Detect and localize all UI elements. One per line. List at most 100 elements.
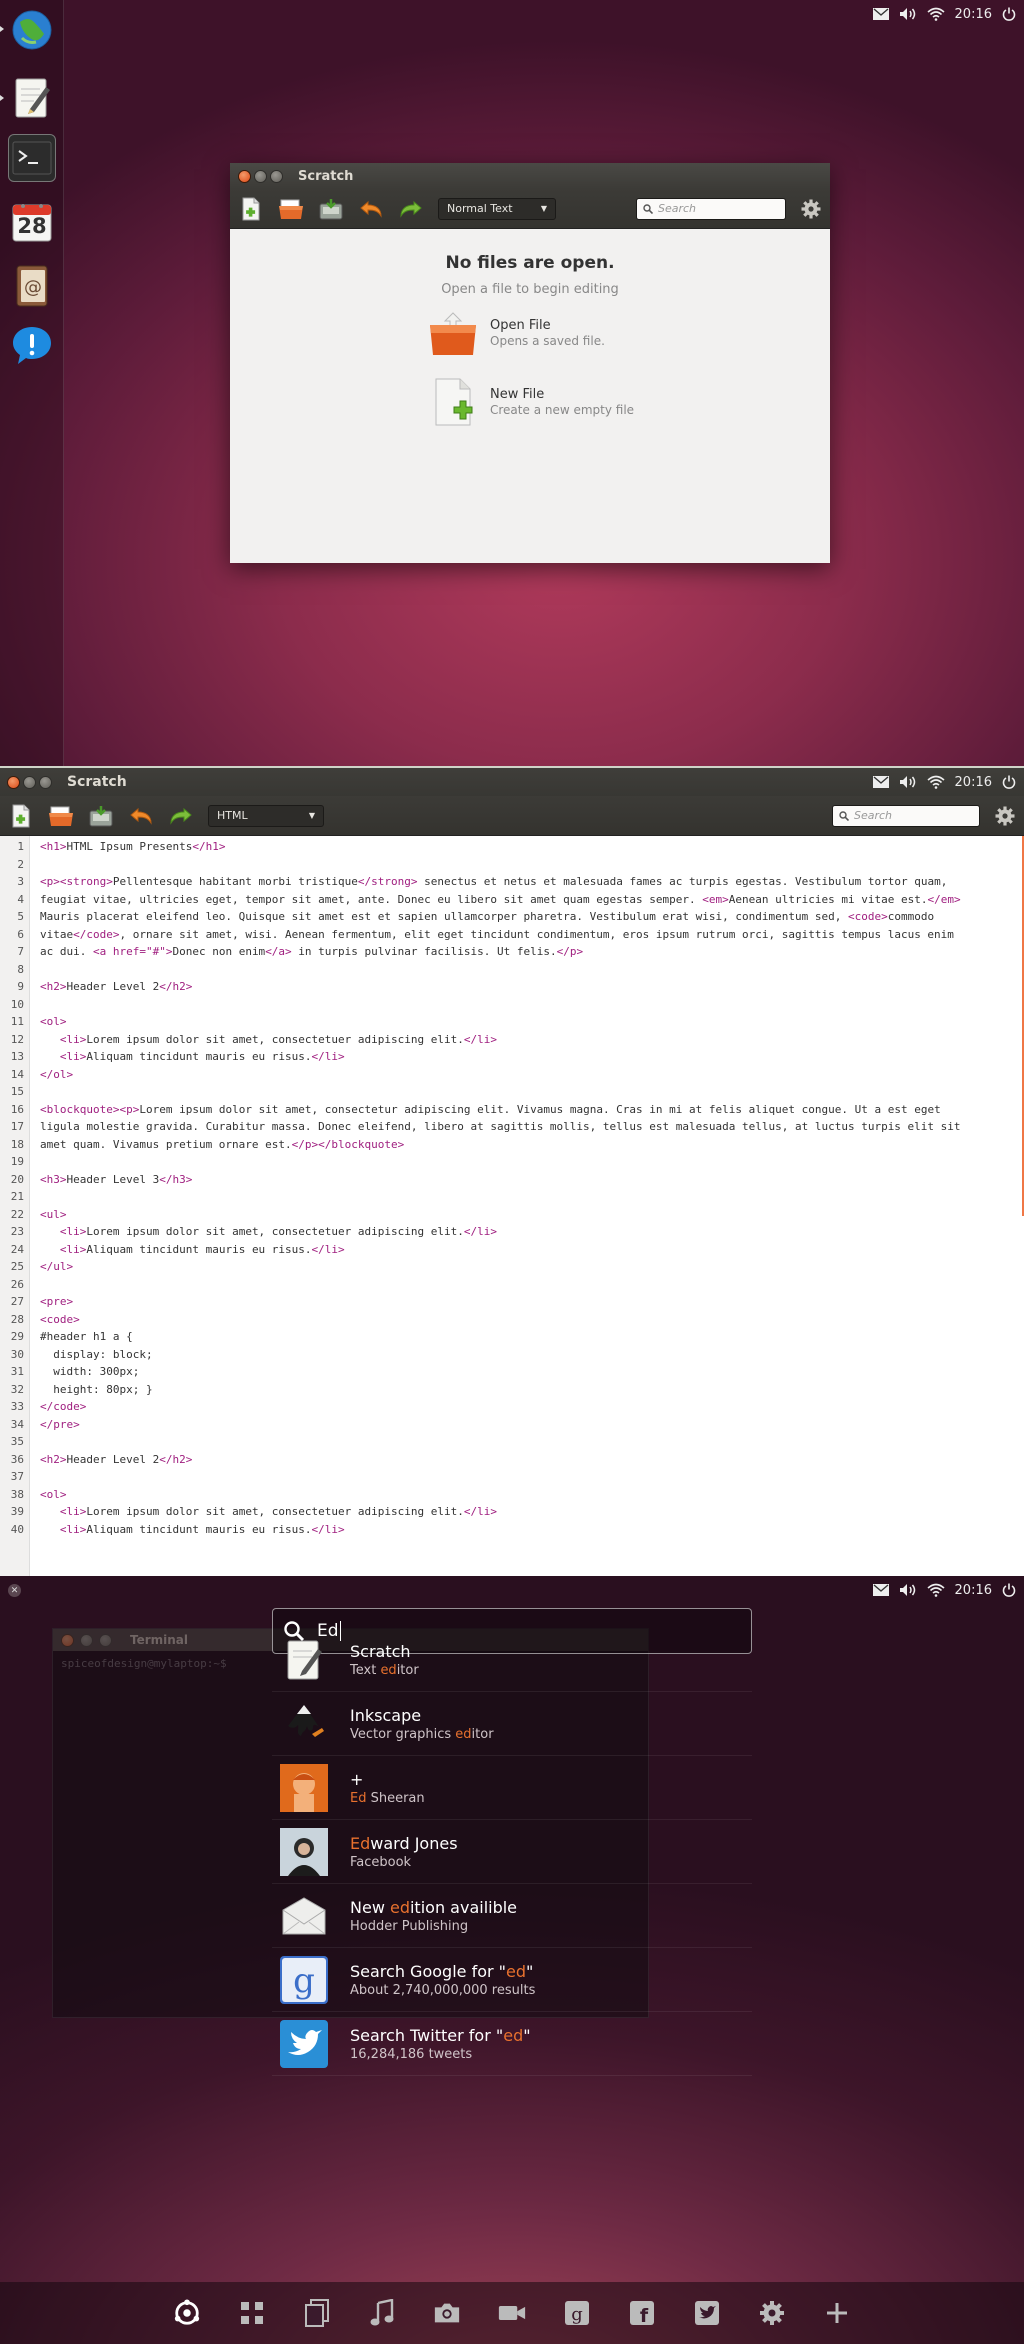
code-line[interactable]: 22 <ul> bbox=[0, 1206, 1024, 1224]
code-line[interactable]: 11 <ol> bbox=[0, 1013, 1024, 1031]
music-lens-icon[interactable] bbox=[368, 2299, 396, 2327]
clock[interactable]: 20:16 bbox=[955, 1583, 992, 1598]
wifi-icon[interactable] bbox=[927, 7, 945, 21]
code-line[interactable]: 27 <pre> bbox=[0, 1293, 1024, 1311]
code-line[interactable]: 3 <p><strong>Pellentesque habitant morbi … bbox=[0, 873, 1024, 891]
code-line[interactable]: 18 amet quam. Vivamus pretium ornare est.… bbox=[0, 1136, 1024, 1154]
syntax-select[interactable]: HTML ▼ bbox=[208, 804, 324, 827]
twitter-lens-icon[interactable] bbox=[693, 2299, 721, 2327]
dash-result-item[interactable]: g Search Google for "ed" About 2,740,000,0… bbox=[272, 1948, 752, 2012]
code-line[interactable]: 17 ligula molestie gravida. Curabitur mas… bbox=[0, 1118, 1024, 1136]
code-line[interactable]: 12 <li>Lorem ipsum dolor sit amet, conse… bbox=[0, 1031, 1024, 1049]
text-editor-icon[interactable] bbox=[8, 74, 56, 122]
code-line[interactable]: 13 <li>Aliquam tincidunt mauris eu risus… bbox=[0, 1048, 1024, 1066]
redo-icon[interactable] bbox=[168, 803, 194, 829]
volume-icon[interactable] bbox=[899, 7, 917, 21]
code-line[interactable]: 29 #header h1 a { bbox=[0, 1328, 1024, 1346]
terminal-icon[interactable] bbox=[8, 134, 56, 182]
code-line[interactable]: 37 bbox=[0, 1468, 1024, 1486]
code-editor[interactable]: 1 <h1>HTML Ipsum Presents</h1> 2 3 <p><stron… bbox=[0, 836, 1024, 1576]
wifi-icon[interactable] bbox=[927, 775, 945, 789]
redo-icon[interactable] bbox=[398, 196, 424, 222]
google-lens-icon[interactable]: g bbox=[563, 2299, 591, 2327]
code-line[interactable]: 19 bbox=[0, 1153, 1024, 1171]
power-icon[interactable] bbox=[1002, 775, 1016, 789]
calendar-icon[interactable]: 28 bbox=[8, 198, 56, 246]
code-line[interactable]: 10 bbox=[0, 996, 1024, 1014]
dash-result-item[interactable]: + Ed Sheeran bbox=[272, 1756, 752, 1820]
maximize-button[interactable] bbox=[39, 775, 52, 789]
maximize-button[interactable] bbox=[270, 169, 283, 183]
code-line[interactable]: 9 <h2>Header Level 2</h2> bbox=[0, 978, 1024, 996]
undo-icon[interactable] bbox=[358, 196, 384, 222]
dash-result-item[interactable]: Edward Jones Facebook bbox=[272, 1820, 752, 1884]
files-lens-icon[interactable] bbox=[303, 2299, 331, 2327]
new-file-icon[interactable] bbox=[238, 196, 264, 222]
code-line[interactable]: 8 bbox=[0, 961, 1024, 979]
dash-result-item[interactable]: New edition availible Hodder Publishing bbox=[272, 1884, 752, 1948]
home-lens-icon[interactable] bbox=[173, 2299, 201, 2327]
applications-lens-icon[interactable] bbox=[238, 2299, 266, 2327]
code-line[interactable]: 35 bbox=[0, 1433, 1024, 1451]
code-line[interactable]: 30 display: block; bbox=[0, 1346, 1024, 1364]
close-button[interactable] bbox=[238, 169, 251, 183]
minimize-button[interactable] bbox=[254, 169, 267, 183]
dash-result-item[interactable]: Search Twitter for "ed" 16,284,186 tweets bbox=[272, 2012, 752, 2076]
code-line[interactable]: 7 ac dui. <a href="#">Donec non enim</a> … bbox=[0, 943, 1024, 961]
open-file-action[interactable]: Open File Opens a saved file. bbox=[428, 309, 605, 357]
clock[interactable]: 20:16 bbox=[955, 775, 992, 790]
code-line[interactable]: 6 vitae</code>, ornare sit amet, wisi. Ae… bbox=[0, 926, 1024, 944]
open-file-icon[interactable] bbox=[278, 196, 304, 222]
code-line[interactable]: 1 <h1>HTML Ipsum Presents</h1> bbox=[0, 838, 1024, 856]
search-input[interactable]: Search bbox=[636, 197, 786, 220]
clock[interactable]: 20:16 bbox=[955, 7, 992, 22]
power-icon[interactable] bbox=[1002, 1583, 1016, 1597]
save-file-icon[interactable] bbox=[88, 803, 114, 829]
code-line[interactable]: 26 bbox=[0, 1276, 1024, 1294]
photos-lens-icon[interactable] bbox=[433, 2299, 461, 2327]
code-line[interactable]: 33 </code> bbox=[0, 1398, 1024, 1416]
code-line[interactable]: 34 </pre> bbox=[0, 1416, 1024, 1434]
mail-icon[interactable] bbox=[872, 1584, 889, 1596]
dash-result-item[interactable]: Scratch Text editor bbox=[272, 1628, 752, 1692]
code-line[interactable]: 31 width: 300px; bbox=[0, 1363, 1024, 1381]
mail-icon[interactable] bbox=[872, 776, 889, 788]
window-titlebar[interactable]: Scratch bbox=[230, 163, 830, 189]
browser-icon[interactable] bbox=[8, 6, 56, 54]
syntax-select[interactable]: Normal Text ▼ bbox=[438, 197, 556, 220]
dash-close-button[interactable]: ✕ bbox=[8, 1584, 21, 1597]
notification-icon[interactable] bbox=[8, 322, 56, 370]
close-button[interactable] bbox=[7, 775, 20, 789]
new-file-icon[interactable] bbox=[8, 803, 34, 829]
code-line[interactable]: 32 height: 80px; } bbox=[0, 1381, 1024, 1399]
power-icon[interactable] bbox=[1002, 7, 1016, 21]
wifi-icon[interactable] bbox=[927, 1583, 945, 1597]
code-line[interactable]: 25 </ul> bbox=[0, 1258, 1024, 1276]
undo-icon[interactable] bbox=[128, 803, 154, 829]
code-line[interactable]: 5 Mauris placerat eleifend leo. Quisque s… bbox=[0, 908, 1024, 926]
code-line[interactable]: 24 <li>Aliquam tincidunt mauris eu risus… bbox=[0, 1241, 1024, 1259]
facebook-lens-icon[interactable]: f bbox=[628, 2299, 656, 2327]
add-lens-icon[interactable] bbox=[823, 2299, 851, 2327]
settings-lens-icon[interactable] bbox=[758, 2299, 786, 2327]
dash-result-item[interactable]: Inkscape Vector graphics editor bbox=[272, 1692, 752, 1756]
code-line[interactable]: 40 <li>Aliquam tincidunt mauris eu risus… bbox=[0, 1521, 1024, 1539]
code-line[interactable]: 20 <h3>Header Level 3</h3> bbox=[0, 1171, 1024, 1189]
code-line[interactable]: 16 <blockquote><p>Lorem ipsum dolor sit a… bbox=[0, 1101, 1024, 1119]
code-line[interactable]: 23 <li>Lorem ipsum dolor sit amet, conse… bbox=[0, 1223, 1024, 1241]
code-line[interactable]: 21 bbox=[0, 1188, 1024, 1206]
code-line[interactable]: 38 <ol> bbox=[0, 1486, 1024, 1504]
volume-icon[interactable] bbox=[899, 1583, 917, 1597]
gear-icon[interactable] bbox=[994, 805, 1016, 827]
minimize-button[interactable] bbox=[23, 775, 36, 789]
mail-icon[interactable] bbox=[872, 8, 889, 20]
gear-icon[interactable] bbox=[800, 198, 822, 220]
code-line[interactable]: 28 <code> bbox=[0, 1311, 1024, 1329]
search-input[interactable]: Search bbox=[832, 804, 980, 827]
video-lens-icon[interactable] bbox=[498, 2299, 526, 2327]
code-line[interactable]: 15 bbox=[0, 1083, 1024, 1101]
save-file-icon[interactable] bbox=[318, 196, 344, 222]
code-line[interactable]: 4 feugiat vitae, ultricies eget, tempor s… bbox=[0, 891, 1024, 909]
code-line[interactable]: 36 <h2>Header Level 2</h2> bbox=[0, 1451, 1024, 1469]
volume-icon[interactable] bbox=[899, 775, 917, 789]
